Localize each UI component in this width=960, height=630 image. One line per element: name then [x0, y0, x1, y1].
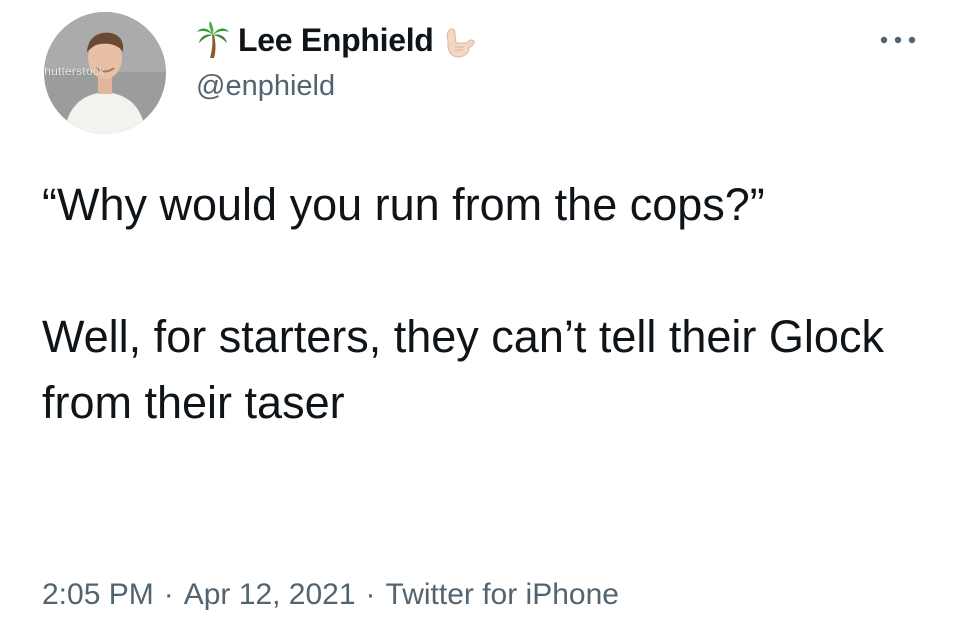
tweet-text: “Why would you run from the cops?” Well,… — [42, 172, 902, 436]
tweet-card: shutterstock Lee Enphield @enphield “Why… — [0, 0, 960, 630]
call-me-hand-icon — [442, 21, 476, 59]
palm-tree-icon — [196, 21, 230, 59]
author-name-row[interactable]: Lee Enphield — [196, 18, 476, 62]
tweet-paragraph: Well, for starters, they can’t tell thei… — [42, 311, 884, 428]
author-display-name[interactable]: Lee Enphield — [238, 22, 434, 59]
tweet-time[interactable]: 2:05 PM — [42, 578, 154, 611]
avatar[interactable]: shutterstock — [44, 12, 166, 134]
tweet-metadata: 2:05 PM · Apr 12, 2021 · Twitter for iPhone — [42, 578, 619, 612]
tweet-date[interactable]: Apr 12, 2021 — [184, 578, 356, 611]
tweet-paragraph: “Why would you run from the cops?” — [42, 179, 765, 230]
tweet-source[interactable]: Twitter for iPhone — [386, 578, 619, 611]
separator: · — [163, 578, 174, 611]
avatar-watermark: shutterstock — [44, 64, 106, 78]
separator: · — [365, 578, 376, 611]
author-handle[interactable]: @enphield — [196, 70, 335, 103]
more-options-icon[interactable] — [874, 30, 922, 50]
